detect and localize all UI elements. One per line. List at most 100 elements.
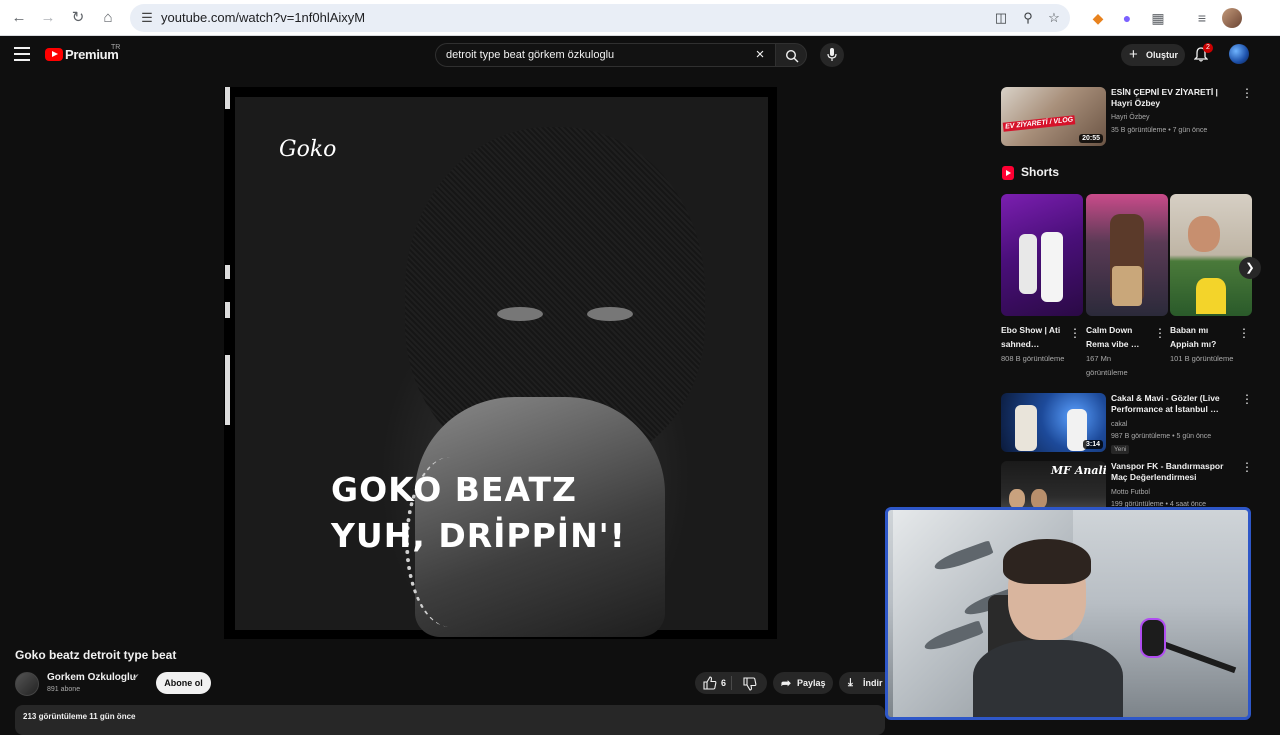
streamer [973, 539, 1123, 717]
streamer-body [973, 640, 1123, 717]
youtube-play-icon [45, 48, 63, 61]
webcam-overlay [885, 507, 1251, 720]
video-player[interactable]: Goko GOKO BEATZ YUH, DRİPPİN'! [224, 87, 777, 639]
more-options-icon[interactable]: ⋮ [1238, 327, 1250, 339]
video-thumbnail[interactable]: EV ZİYARETİ / VLOG 20:55 [1001, 87, 1106, 146]
short-title[interactable]: Ebo Show | Ati sahned… [1001, 323, 1067, 351]
poster-edge-marks [224, 87, 235, 639]
more-options-icon[interactable]: ⋮ [1241, 461, 1253, 473]
duration-badge: 3:14 [1082, 440, 1103, 449]
shorts-logo-icon [1002, 166, 1014, 180]
like-thumb-icon[interactable] [703, 676, 717, 690]
mic-arm [1158, 640, 1237, 674]
more-options-icon[interactable]: ⋮ [1241, 393, 1253, 405]
share-arrow-icon: ➦ [781, 676, 792, 690]
reading-list-icon[interactable]: ≡ [1192, 8, 1212, 28]
verified-check-icon: ✔ [132, 672, 140, 682]
mask-eye [497, 307, 543, 321]
short-thumbnail[interactable] [1170, 194, 1252, 316]
search-icon [785, 49, 799, 63]
short-item[interactable]: Calm Down Rema vibe … 167 Mn görüntüleme… [1086, 194, 1168, 377]
create-button[interactable]: + Oluştur [1121, 44, 1185, 66]
short-title[interactable]: Calm Down Rema vibe … [1086, 323, 1152, 351]
like-dislike-group: 6 [695, 672, 767, 694]
plus-icon: + [1129, 46, 1138, 63]
region-code: TR [111, 44, 121, 51]
recommended-meta: 35 B görüntüleme • 7 gün önce [1111, 127, 1208, 134]
recommended-title[interactable]: Vanspor FK - Bandırmaspor Maç Değerlendi… [1111, 461, 1239, 483]
site-settings-icon[interactable]: ☰ [138, 9, 156, 27]
mask-eye [587, 307, 633, 321]
duration-badge: 20:55 [1079, 134, 1103, 143]
thumbnail-caption: EV ZİYARETİ / VLOG [1002, 115, 1076, 132]
short-title[interactable]: Baban mı Appiah mı? [1170, 323, 1236, 351]
subscriber-count: 891 abone [47, 686, 81, 693]
poster-title: GOKO BEATZ YUH, DRİPPİN'! [331, 467, 626, 559]
channel-name[interactable]: Gorkem Ozkuloglu [47, 672, 136, 683]
more-options-icon[interactable]: ⋮ [1154, 327, 1166, 339]
download-icon: ⤓ [848, 677, 853, 689]
clear-search-icon[interactable]: × [752, 47, 768, 63]
recommended-title[interactable]: ESİN ÇEPNİ EV ZİYARETİ | Hayri Özbey [1111, 87, 1239, 109]
more-options-icon[interactable]: ⋮ [1241, 87, 1253, 99]
recommended-video[interactable]: EV ZİYARETİ / VLOG 20:55 ESİN ÇEPNİ EV Z… [1001, 87, 1263, 147]
microphone-icon [827, 48, 837, 61]
description-box[interactable]: 213 görüntüleme 11 gün önce [15, 705, 885, 735]
search-input[interactable]: detroit type beat görkem özkuloglu × [435, 43, 775, 67]
back-arrow-icon[interactable]: ← [9, 8, 29, 28]
youtube-header: Premium TR detroit type beat görkem özku… [0, 37, 1280, 73]
poster-line-1: GOKO BEATZ [331, 470, 577, 509]
share-button[interactable]: ➦ Paylaş [773, 672, 833, 694]
short-views: 101 B görüntüleme [1170, 354, 1234, 363]
short-item[interactable]: Baban mı Appiah mı? 101 B görüntüleme ⋮ [1170, 194, 1252, 363]
new-badge: Yeni [1111, 445, 1130, 454]
video-thumbnail[interactable]: 3:14 [1001, 393, 1106, 452]
notifications-button[interactable]: 2 [1193, 43, 1213, 63]
dislike-thumb-icon[interactable] [743, 677, 757, 691]
create-label: Oluştur [1146, 50, 1179, 60]
hamburger-menu-icon[interactable] [14, 47, 30, 61]
bookmark-star-icon[interactable]: ☆ [1045, 9, 1063, 27]
like-count: 6 [721, 678, 727, 688]
recommended-channel[interactable]: Motto Futbol [1111, 489, 1150, 496]
recommended-meta: 987 B görüntüleme • 5 gün önce [1111, 433, 1212, 440]
thumbnail-caption: MF Analiz [1051, 464, 1106, 477]
shorts-next-arrow-icon[interactable]: ❯ [1239, 257, 1261, 279]
forward-arrow-icon[interactable]: → [38, 8, 58, 28]
address-bar[interactable]: ☰ youtube.com/watch?v=1nf0hlAixyM ◫ ⚲ ☆ [130, 4, 1070, 32]
recommended-title[interactable]: Cakal & Mavi - Gözler (Live Performance … [1111, 393, 1239, 415]
extensions-puzzle-icon[interactable]: ▦ [1148, 8, 1168, 28]
video-title: Goko beatz detroit type beat [15, 648, 177, 662]
voice-search-button[interactable] [820, 43, 844, 67]
install-app-icon[interactable]: ◫ [992, 9, 1010, 27]
extension-icon[interactable]: ● [1117, 8, 1137, 28]
subscribe-button[interactable]: Abone ol [156, 672, 211, 694]
search-query[interactable]: detroit type beat görkem özkuloglu [446, 49, 614, 61]
channel-avatar[interactable] [15, 672, 39, 696]
share-label: Paylaş [797, 678, 826, 688]
zoom-icon[interactable]: ⚲ [1019, 9, 1037, 27]
recommended-channel[interactable]: cakal [1111, 421, 1127, 428]
download-label: İndir [863, 678, 883, 688]
recommended-video[interactable]: MF Analiz Vanspor FK - Bandırmaspor Maç … [1001, 461, 1263, 509]
short-views: 167 Mn görüntüleme [1086, 354, 1128, 377]
like-separator [731, 676, 732, 690]
video-thumbnail[interactable]: MF Analiz [1001, 461, 1106, 509]
short-thumbnail[interactable] [1086, 194, 1168, 316]
recommended-video[interactable]: 3:14 Cakal & Mavi - Gözler (Live Perform… [1001, 393, 1263, 454]
poster-line-2: YUH, DRİPPİN'! [331, 516, 626, 555]
home-icon[interactable]: ⌂ [98, 8, 118, 28]
account-avatar[interactable] [1229, 44, 1249, 64]
short-item[interactable]: Ebo Show | Ati sahned… 808 B görüntüleme… [1001, 194, 1083, 363]
shorts-title: Shorts [1021, 165, 1060, 179]
browser-toolbar: ← → ↻ ⌂ ☰ youtube.com/watch?v=1nf0hlAixy… [0, 0, 1280, 36]
search-button[interactable] [775, 43, 807, 67]
reload-icon[interactable]: ↻ [68, 8, 88, 28]
poster-script-logo: Goko [279, 137, 337, 162]
recommended-channel[interactable]: Hayri Özbey [1111, 114, 1150, 121]
metamask-extension-icon[interactable]: ◆ [1088, 8, 1108, 28]
more-options-icon[interactable]: ⋮ [1069, 327, 1081, 339]
browser-profile-avatar[interactable] [1222, 8, 1242, 28]
address-url[interactable]: youtube.com/watch?v=1nf0hlAixyM [161, 10, 365, 25]
short-thumbnail[interactable] [1001, 194, 1083, 316]
